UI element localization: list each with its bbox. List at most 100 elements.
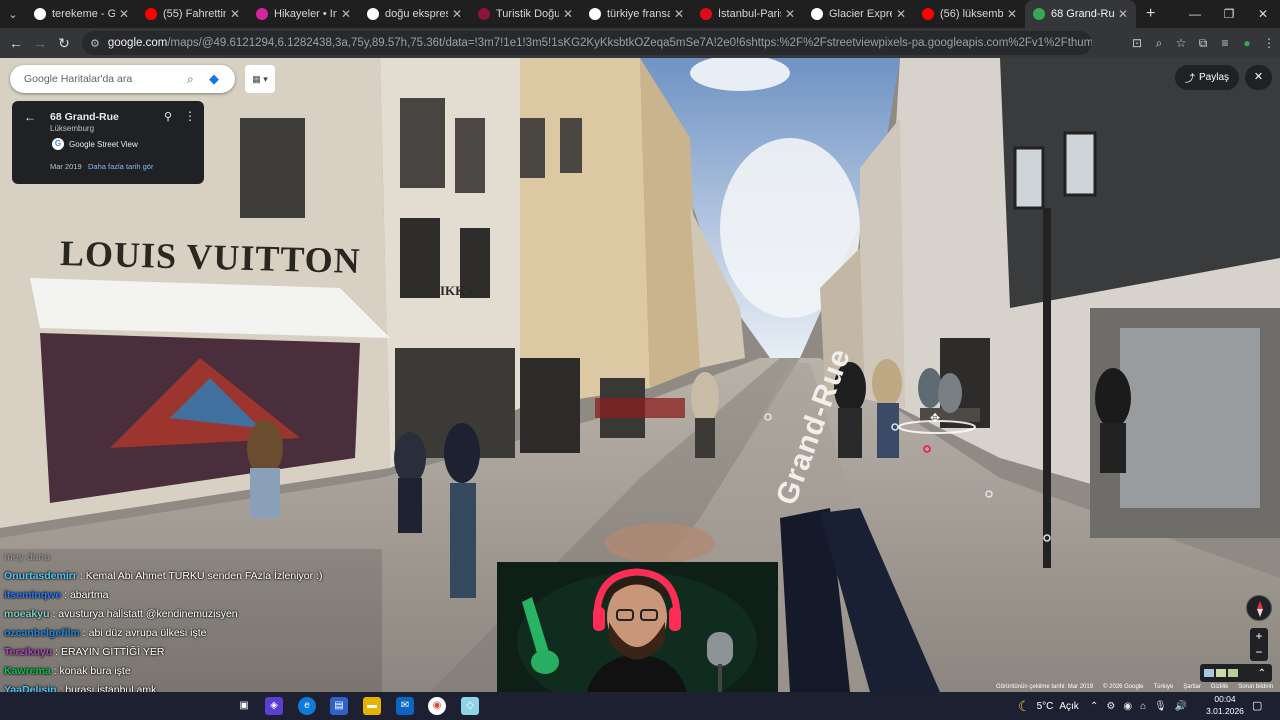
back-arrow-icon[interactable]: ← xyxy=(24,110,36,124)
browser-tab[interactable]: Glacier Express - ✕ xyxy=(803,0,914,28)
chat-username: Kawrema xyxy=(4,665,51,677)
tab-close-icon[interactable]: ✕ xyxy=(452,7,462,21)
tab-close-icon[interactable]: ✕ xyxy=(785,7,795,21)
map-pin-icon[interactable]: ⚲ xyxy=(164,110,172,123)
url-host: google.com xyxy=(107,37,168,49)
chrome-menu-icon[interactable]: ⋮ xyxy=(1258,36,1280,50)
chat-message: Terzikuyu : ERAYIN GİTTİĞİ YER xyxy=(4,646,164,658)
close-street-view-button[interactable]: ✕ xyxy=(1245,65,1272,90)
browser-tab[interactable]: 68 Grand-Rue - G ✕ xyxy=(1025,0,1136,28)
tab-favicon-icon xyxy=(1033,8,1045,20)
show-hidden-icons-icon[interactable]: ⌃ xyxy=(1090,701,1098,712)
site-info-icon[interactable]: ⚙ xyxy=(90,37,100,50)
share-button[interactable]: ⤴ Paylaş xyxy=(1175,65,1239,90)
compass-icon[interactable] xyxy=(1246,595,1272,621)
tab-label: (56) lüksemburg xyxy=(940,8,1003,20)
minimap-tile xyxy=(1228,669,1238,677)
forward-button[interactable]: → xyxy=(28,35,52,51)
chat-text: abartma xyxy=(69,589,109,601)
search-input[interactable]: Google Haritalar'da ara xyxy=(24,73,187,85)
tab-close-icon[interactable]: ✕ xyxy=(1007,7,1017,21)
tab-close-icon[interactable]: ✕ xyxy=(896,7,906,21)
bookmark-star-icon[interactable]: ☆ xyxy=(1170,36,1192,50)
chat-username: Terzikuyu xyxy=(4,646,53,658)
app-icon[interactable]: ◇ xyxy=(461,697,479,715)
maps-search-box[interactable]: Google Haritalar'da ara ⌕ ◆ xyxy=(10,65,235,93)
temperature: 5°C xyxy=(1036,700,1054,712)
browser-tab[interactable]: (55) Fahrettin Gü ✕ xyxy=(137,0,248,28)
tab-close-icon[interactable]: ✕ xyxy=(341,7,351,21)
chat-username: Onurtasdemirr xyxy=(4,570,77,582)
shop-sign-louis-vuitton: LOUIS VUITTON xyxy=(59,233,362,281)
directions-icon[interactable]: ◆ xyxy=(209,71,235,87)
close-window-button[interactable]: ✕ xyxy=(1246,0,1280,28)
minimap-toggle[interactable]: ⌃ xyxy=(1200,664,1272,682)
browser-tab[interactable]: türkiye fransa tren ✕ xyxy=(581,0,692,28)
network-icon[interactable]: ⌂ xyxy=(1140,701,1146,712)
zoom-in-button[interactable]: + xyxy=(1250,628,1268,644)
more-dates-link[interactable]: Daha fazla tarih gör xyxy=(88,162,153,171)
layers-button[interactable]: ▦ ▾ xyxy=(245,65,275,93)
browser-tab[interactable]: Hikayeler • Instag ✕ xyxy=(248,0,359,28)
browser-tab[interactable]: (56) lüksemburg ✕ xyxy=(914,0,1025,28)
chat-text: avusturya hallstatt @kendinemuzisyen xyxy=(58,608,238,620)
tab-favicon-icon xyxy=(367,8,379,20)
clock-time: 00:04 xyxy=(1214,694,1236,704)
copilot-icon[interactable]: ◈ xyxy=(265,697,283,715)
tab-label: Glacier Express - xyxy=(829,8,892,20)
chat-separator: : xyxy=(52,646,61,658)
taskbar-clock[interactable]: 00:04 3.01.2026 xyxy=(1203,693,1247,717)
chat-text: abi düz avrupa ülkesi işte xyxy=(88,627,207,639)
tab-label: doğu ekspresi vip xyxy=(385,8,448,20)
search-icon[interactable]: ⌕ xyxy=(187,72,209,87)
media-control-icon[interactable]: ≡ xyxy=(1214,36,1236,50)
tray-app-icon[interactable]: ⚙ xyxy=(1106,701,1115,712)
minimize-button[interactable]: — xyxy=(1178,0,1212,28)
tab-close-icon[interactable]: ✕ xyxy=(1118,7,1128,21)
file-explorer-icon[interactable]: ▬ xyxy=(363,697,381,715)
profile-icon[interactable]: ● xyxy=(1236,36,1258,50)
extensions-icon[interactable]: ⧉ xyxy=(1192,36,1214,51)
minimap-tile xyxy=(1216,669,1226,677)
browser-tab[interactable]: doğu ekspresi vip ✕ xyxy=(359,0,470,28)
browser-tab[interactable]: Turistik Doğu Eks ✕ xyxy=(470,0,581,28)
chat-separator: : xyxy=(61,589,70,601)
tab-label: İstanbul-Paris Tur xyxy=(718,8,781,20)
chat-separator: : xyxy=(76,570,86,582)
back-button[interactable]: ← xyxy=(4,35,28,51)
tab-close-icon[interactable]: ✕ xyxy=(674,7,684,21)
volume-icon[interactable]: 🔊 xyxy=(1175,701,1187,712)
tab-close-icon[interactable]: ✕ xyxy=(563,7,573,21)
chrome-icon[interactable]: ◉ xyxy=(428,697,446,715)
new-tab-button[interactable]: + xyxy=(1136,5,1165,23)
browser-tab[interactable]: terekeme - Googl ✕ xyxy=(26,0,137,28)
zoom-control: + − xyxy=(1250,628,1268,661)
tab-search-button[interactable]: ⌄ xyxy=(0,0,26,28)
browser-tab[interactable]: İstanbul-Paris Tur ✕ xyxy=(692,0,803,28)
reload-button[interactable]: ↻ xyxy=(52,35,76,52)
outlook-icon[interactable]: ✉ xyxy=(396,697,414,715)
zoom-icon[interactable]: ⌕ xyxy=(1148,36,1170,51)
more-options-icon[interactable]: ⋮ xyxy=(184,109,196,123)
url-field[interactable]: ⚙ google.com /maps/@49.6121294,6.1282438… xyxy=(82,31,1092,55)
weather-widget[interactable]: ☾ 5°C Açık xyxy=(1018,692,1079,720)
tab-close-icon[interactable]: ✕ xyxy=(230,7,240,21)
task-view-icon[interactable]: ▣ xyxy=(235,697,253,715)
tab-close-icon[interactable]: ✕ xyxy=(119,7,129,21)
install-app-icon[interactable]: ⊡ xyxy=(1126,36,1148,50)
google-logo-icon: G xyxy=(52,138,64,150)
address-toolbar: ← → ↻ ⚙ google.com /maps/@49.6121294,6.1… xyxy=(0,28,1280,58)
chat-message: itseminqwe : abartma xyxy=(4,589,108,601)
tab-favicon-icon xyxy=(700,8,712,20)
tab-label: türkiye fransa tren xyxy=(607,8,670,20)
store-icon[interactable]: ▤ xyxy=(330,697,348,715)
capture-date: Mar 2019 xyxy=(50,162,82,171)
notification-bell-icon[interactable]: ▢ xyxy=(1252,699,1262,712)
restore-button[interactable]: ❐ xyxy=(1212,0,1246,28)
edge-icon[interactable]: e xyxy=(298,697,316,715)
chat-text: ERAYIN GİTTİĞİ YER xyxy=(61,646,165,658)
tray-app-icon[interactable]: ◉ xyxy=(1123,701,1132,712)
zoom-out-button[interactable]: − xyxy=(1250,644,1268,660)
microphone-icon[interactable]: 🎙 xyxy=(1154,701,1167,712)
tab-favicon-icon xyxy=(145,8,157,20)
